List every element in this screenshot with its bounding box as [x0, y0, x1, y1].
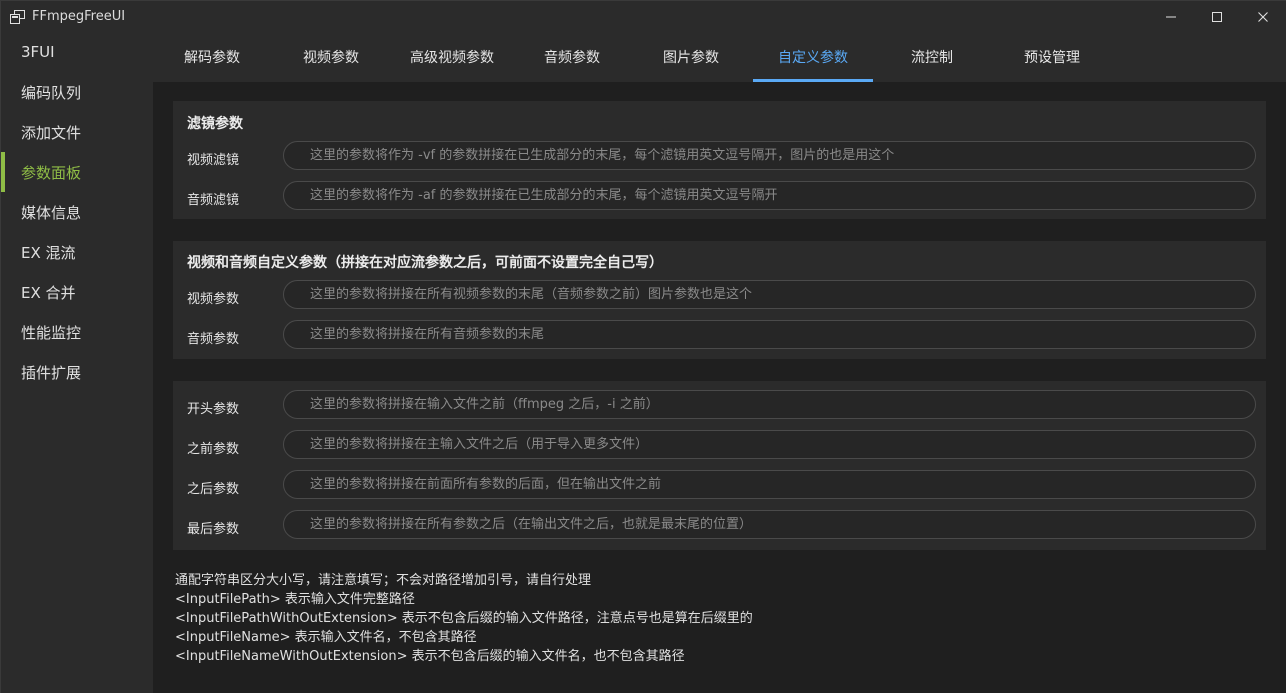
- start-params-field: [283, 390, 1256, 419]
- last-params-field: [283, 510, 1256, 539]
- note-line: <InputFileName> 表示输入文件名，不包含其路径: [175, 630, 477, 645]
- sidebar-item-3fui[interactable]: 3FUI: [1, 32, 153, 72]
- tab-image[interactable]: 图片参数: [631, 32, 751, 82]
- close-button[interactable]: [1240, 1, 1286, 32]
- tab-label: 流控制: [911, 50, 953, 66]
- window-title: FFmpegFreeUI: [32, 9, 126, 24]
- after-params-field: [283, 470, 1256, 499]
- sidebar-item-media-info[interactable]: 媒体信息: [1, 192, 153, 232]
- video-filter-field: [283, 141, 1256, 170]
- tab-label: 预设管理: [1024, 50, 1080, 66]
- tab-presets[interactable]: 预设管理: [991, 32, 1113, 82]
- sidebar-item-label: 插件扩展: [21, 363, 82, 382]
- audio-filter-field: [283, 181, 1256, 210]
- sidebar-item-add-files[interactable]: 添加文件: [1, 112, 153, 152]
- audio-params-input[interactable]: [284, 321, 1255, 348]
- sidebar: 3FUI 编码队列 添加文件 参数面板 媒体信息 EX 混流 EX 合并 性能监…: [1, 32, 153, 693]
- sidebar-item-label: 参数面板: [21, 163, 82, 182]
- audio-params-field: [283, 320, 1256, 349]
- sidebar-item-label: EX 混流: [21, 243, 76, 262]
- sidebar-item-encode-queue[interactable]: 编码队列: [1, 72, 153, 112]
- tab-stream-control[interactable]: 流控制: [873, 32, 991, 82]
- note-line: <InputFilePath> 表示输入文件完整路径: [175, 592, 415, 607]
- note-line: <InputFilePathWithOutExtension> 表示不包含后缀的…: [175, 611, 753, 626]
- sidebar-item-label: 性能监控: [21, 323, 82, 342]
- app-window-icon: [10, 9, 25, 24]
- position-params-panel: 开头参数 之前参数 之后参数 最后参数: [173, 381, 1266, 550]
- sidebar-item-ex-merge[interactable]: EX 合并: [1, 272, 153, 312]
- tab-advanced-video[interactable]: 高级视频参数: [391, 32, 513, 82]
- sidebar-item-label: 编码队列: [21, 83, 82, 102]
- tab-decode[interactable]: 解码参数: [153, 32, 271, 82]
- after-params-input[interactable]: [284, 471, 1255, 498]
- tab-audio[interactable]: 音频参数: [513, 32, 631, 82]
- video-params-input[interactable]: [284, 281, 1255, 308]
- sidebar-item-parameters[interactable]: 参数面板: [1, 152, 153, 192]
- panel-title: 视频和音频自定义参数（拼接在对应流参数之后，可前面不设置完全自己写）: [187, 255, 663, 271]
- sidebar-item-label: 3FUI: [21, 43, 55, 61]
- last-params-input[interactable]: [284, 511, 1255, 538]
- before-params-field: [283, 430, 1256, 459]
- sidebar-item-label: EX 合并: [21, 283, 76, 302]
- minimize-icon: [1166, 16, 1176, 17]
- tab-label: 解码参数: [184, 50, 240, 66]
- app-window: FFmpegFreeUI 3FUI 编码队列 添加文件 参数面板 媒体信息 EX…: [0, 0, 1286, 693]
- audio-params-label: 音频参数: [187, 332, 240, 347]
- video-filter-input[interactable]: [284, 142, 1255, 169]
- start-params-label: 开头参数: [187, 402, 240, 417]
- custom-av-panel: 视频和音频自定义参数（拼接在对应流参数之后，可前面不设置完全自己写） 视频参数 …: [173, 241, 1266, 359]
- audio-filter-label: 音频滤镜: [187, 193, 240, 208]
- video-params-field: [283, 280, 1256, 309]
- tab-custom[interactable]: 自定义参数: [753, 32, 873, 82]
- tab-label: 音频参数: [544, 50, 600, 66]
- audio-filter-input[interactable]: [284, 182, 1255, 209]
- video-params-label: 视频参数: [187, 292, 240, 307]
- tab-label: 高级视频参数: [410, 50, 494, 66]
- wildcard-notes: 通配字符串区分大小写，请注意填写；不会对路径增加引号，请自行处理 <InputF…: [175, 571, 753, 666]
- sidebar-item-label: 添加文件: [21, 123, 82, 142]
- video-filter-label: 视频滤镜: [187, 153, 240, 168]
- tab-bar: 解码参数 视频参数 高级视频参数 音频参数 图片参数 自定义参数 流控制 预设管…: [153, 32, 1286, 82]
- sidebar-item-ex-mux[interactable]: EX 混流: [1, 232, 153, 272]
- maximize-button[interactable]: [1194, 1, 1240, 32]
- tab-video[interactable]: 视频参数: [271, 32, 391, 82]
- panel-title: 滤镜参数: [187, 116, 243, 132]
- minimize-button[interactable]: [1148, 1, 1194, 32]
- tab-label: 视频参数: [303, 50, 359, 66]
- tab-label: 自定义参数: [778, 50, 848, 66]
- after-params-label: 之后参数: [187, 482, 240, 497]
- maximize-icon: [1212, 11, 1222, 22]
- title-bar[interactable]: FFmpegFreeUI: [1, 1, 1286, 32]
- active-indicator: [1, 152, 5, 192]
- note-line: 通配字符串区分大小写，请注意填写；不会对路径增加引号，请自行处理: [175, 573, 592, 588]
- before-params-label: 之前参数: [187, 442, 240, 457]
- note-line: <InputFileNameWithOutExtension> 表示不包含后缀的…: [175, 649, 685, 664]
- sidebar-item-label: 媒体信息: [21, 203, 82, 222]
- custom-params-page: 滤镜参数 视频滤镜 音频滤镜 视频和音频自定义参数（拼接在对应流参数之后，可前面…: [153, 82, 1286, 693]
- tab-label: 图片参数: [663, 50, 719, 66]
- before-params-input[interactable]: [284, 431, 1255, 458]
- last-params-label: 最后参数: [187, 522, 240, 537]
- sidebar-item-performance[interactable]: 性能监控: [1, 312, 153, 352]
- close-icon: [1258, 11, 1268, 22]
- start-params-input[interactable]: [284, 391, 1255, 418]
- sidebar-item-plugins[interactable]: 插件扩展: [1, 352, 153, 392]
- filters-panel: 滤镜参数 视频滤镜 音频滤镜: [173, 101, 1266, 219]
